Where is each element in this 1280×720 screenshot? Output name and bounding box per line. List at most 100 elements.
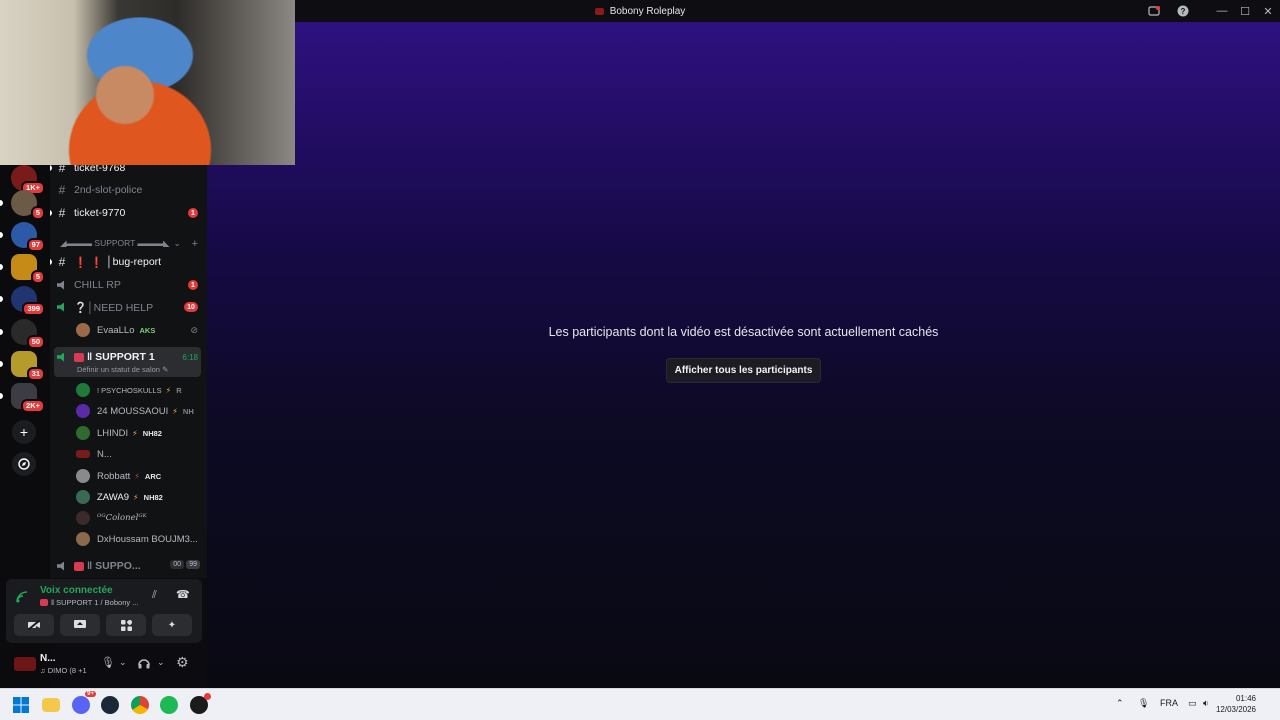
voice-user[interactable]: ! PSYCHOSKULLS ⚡ R bbox=[76, 380, 182, 400]
server-icon[interactable]: 5 bbox=[0, 254, 45, 284]
file-explorer-icon[interactable] bbox=[42, 698, 60, 712]
user-panel: N... ♫ DIMO (8 +1 🎙︎ ⌄ ⌄ ⚙ bbox=[6, 645, 202, 685]
channel-chill-rp[interactable]: CHILL RP 1 bbox=[54, 275, 204, 295]
activities-icon bbox=[120, 619, 132, 631]
avatar bbox=[76, 450, 90, 458]
unread-indicator bbox=[50, 165, 52, 171]
category-support[interactable]: ◢▬▬▬ SUPPORT ▬▬▬◣ ⌄ + bbox=[60, 238, 200, 250]
close-button[interactable]: ✕ bbox=[1260, 3, 1276, 19]
volume-icon[interactable]: 🔉︎ bbox=[1203, 698, 1209, 709]
help-icon[interactable]: ? bbox=[1175, 3, 1191, 19]
spotify-icon[interactable] bbox=[160, 696, 178, 714]
clock[interactable]: 01:46 12/03/2026 bbox=[1216, 693, 1256, 715]
voice-channel-icon bbox=[54, 302, 70, 312]
user-name: 24 MOUSSAOUI bbox=[97, 405, 169, 417]
chevron-down-icon[interactable]: ⌄ bbox=[119, 657, 127, 668]
voice-user[interactable]: N... bbox=[76, 444, 112, 464]
server-tag: NH bbox=[182, 406, 194, 416]
voice-user[interactable]: ZAWA9 ⚡ NH82 bbox=[76, 487, 163, 507]
mention-badge: 10 bbox=[184, 302, 198, 312]
maximize-button[interactable]: ☐ bbox=[1237, 3, 1253, 19]
text-channel-icon: # bbox=[58, 165, 66, 175]
voice-user[interactable]: 24 MOUSSAOUI ⚡ NH bbox=[76, 401, 194, 421]
server-icon[interactable]: 399 bbox=[0, 286, 45, 316]
noise-suppression-icon[interactable]: ⫽ bbox=[152, 589, 157, 602]
svg-text:?: ? bbox=[1181, 7, 1186, 16]
text-channel-icon: # bbox=[58, 255, 66, 269]
avatar bbox=[76, 511, 90, 525]
user-name: N... bbox=[97, 448, 112, 460]
soundboard-button[interactable]: ✦ bbox=[152, 614, 192, 636]
language-indicator[interactable]: FRA bbox=[1160, 698, 1178, 708]
inbox-icon[interactable] bbox=[1146, 3, 1162, 19]
set-channel-status[interactable]: Définir un statut de salon ✎ bbox=[77, 365, 168, 374]
server-icon[interactable]: 50 bbox=[0, 319, 45, 349]
voice-location[interactable]: ‖ SUPPORT 1 / Bobony ... bbox=[40, 598, 138, 607]
chevron-up-icon[interactable]: ⌃ bbox=[1116, 698, 1124, 709]
server-icon[interactable]: 31 bbox=[0, 351, 45, 381]
voice-user[interactable]: LHINDI ⚡ NH82 bbox=[76, 423, 162, 443]
channel-name: 2nd-slot-police bbox=[74, 184, 143, 196]
show-all-participants-button[interactable]: Afficher tous les participants bbox=[666, 358, 821, 383]
voice-location-text: ‖ SUPPORT 1 / Bobony ... bbox=[51, 598, 139, 607]
notification-dot bbox=[204, 693, 211, 700]
channel-need-help[interactable]: ❔│NEED HELP 10 bbox=[54, 297, 204, 317]
unread-indicator bbox=[0, 264, 3, 270]
explore-icon[interactable] bbox=[12, 452, 36, 476]
signal-icon[interactable] bbox=[16, 590, 28, 608]
mention-badge: 2K+ bbox=[21, 399, 45, 413]
voice-connection-panel: Voix connectée ‖ SUPPORT 1 / Bobony ... … bbox=[6, 579, 202, 643]
headphones-icon[interactable] bbox=[138, 656, 150, 674]
discord-icon[interactable]: 9+ bbox=[72, 691, 96, 714]
mention-badge: 1 bbox=[188, 208, 198, 218]
category-name: ◢▬▬▬ SUPPORT ▬▬▬◣ bbox=[60, 238, 170, 248]
user-activity: ♫ DIMO (8 +1 bbox=[40, 666, 87, 675]
channel-ticket-9768[interactable]: # ticket-9768 bbox=[50, 165, 204, 178]
channel-support-2[interactable]: ‖ SUPPO... 00 99 bbox=[54, 556, 204, 576]
channel-support-1[interactable]: ‖ SUPPORT 1 6:18 bbox=[54, 347, 204, 367]
server-icon[interactable]: 97 bbox=[0, 222, 45, 252]
channel-name: ‖ SUPPORT 1 bbox=[87, 351, 155, 363]
call-timer: 6:18 bbox=[182, 352, 198, 362]
lightning-icon: ⚡ bbox=[133, 492, 139, 502]
channel-bug-report[interactable]: # ❗ ❗ │bug-report bbox=[50, 252, 204, 272]
voice-user[interactable]: EvaaLLo AKS ⊘ bbox=[76, 320, 200, 340]
voice-user[interactable]: DxHoussam BOUJM3... bbox=[76, 529, 198, 549]
microphone-icon[interactable]: 🎙︎ bbox=[1138, 698, 1149, 709]
lightning-icon: ⚡ bbox=[165, 385, 172, 395]
add-channel-icon[interactable]: + bbox=[192, 238, 198, 250]
chevron-down-icon[interactable]: ⌄ bbox=[157, 657, 165, 668]
hidden-participants-message: Les participants dont la vidéo est désac… bbox=[548, 325, 939, 339]
user-name: ᴼᴳColonelᴳᴷ bbox=[97, 513, 147, 523]
mention-badge: 5 bbox=[30, 270, 45, 284]
app-icon[interactable] bbox=[190, 693, 211, 714]
voice-user[interactable]: ᴼᴳColonelᴳᴷ bbox=[76, 508, 147, 528]
voice-channel-icon bbox=[54, 561, 70, 571]
soundboard-icon: ✦ bbox=[167, 619, 177, 631]
steam-icon[interactable] bbox=[101, 696, 119, 714]
screen-share-button[interactable] bbox=[60, 614, 100, 636]
server-icon[interactable]: 1K+ bbox=[11, 165, 45, 195]
server-icon[interactable]: 5 bbox=[0, 190, 45, 220]
avatar[interactable] bbox=[14, 657, 36, 671]
clock-date: 12/03/2026 bbox=[1215, 705, 1256, 714]
network-icon[interactable]: ▭ bbox=[1188, 698, 1197, 709]
camera-off-button[interactable] bbox=[14, 614, 54, 636]
channel-name: ‖ SUPPO... bbox=[87, 560, 141, 572]
minimize-button[interactable]: — bbox=[1214, 3, 1230, 19]
add-server-icon[interactable]: + bbox=[12, 420, 36, 444]
disconnect-icon[interactable]: ☎ bbox=[176, 588, 190, 601]
microphone-icon[interactable]: 🎙︎ bbox=[101, 656, 115, 669]
voice-stage: Les participants dont la vidéo est désac… bbox=[207, 22, 1280, 688]
chrome-icon[interactable] bbox=[131, 696, 149, 714]
channel-ticket-9770[interactable]: # ticket-9770 1 bbox=[50, 203, 204, 223]
windows-start-icon[interactable] bbox=[12, 696, 30, 714]
voice-user[interactable]: Robbatt ⚡ ARC bbox=[76, 466, 161, 486]
deafened-icon: ⊘ bbox=[190, 324, 198, 335]
activities-button[interactable] bbox=[106, 614, 146, 636]
server-folder-icon[interactable]: 2K+ bbox=[0, 383, 45, 413]
pencil-icon: ✎ bbox=[162, 365, 169, 374]
channel-2nd-slot-police[interactable]: # 2nd-slot-police bbox=[54, 180, 204, 200]
gear-icon[interactable]: ⚙ bbox=[176, 654, 189, 671]
channel-list: # ticket-9768 # 2nd-slot-police # ticket… bbox=[50, 165, 207, 578]
